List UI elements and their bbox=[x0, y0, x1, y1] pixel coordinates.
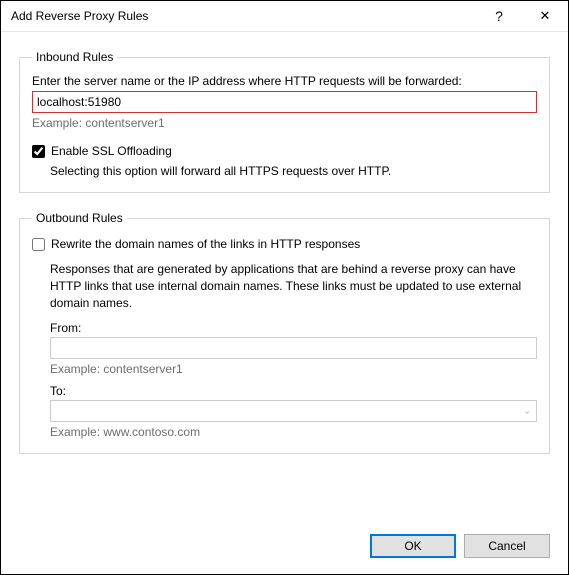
to-label: To: bbox=[50, 384, 537, 398]
help-button[interactable]: ? bbox=[476, 1, 522, 32]
ssl-offloading-label: Enable SSL Offloading bbox=[51, 144, 172, 158]
rewrite-desc: Responses that are generated by applicat… bbox=[50, 261, 533, 311]
window-title: Add Reverse Proxy Rules bbox=[11, 9, 476, 23]
dialog-buttons: OK Cancel bbox=[1, 524, 568, 574]
titlebar: Add Reverse Proxy Rules ? ✕ bbox=[1, 1, 568, 32]
to-input bbox=[50, 400, 537, 422]
inbound-rules-group: Inbound Rules Enter the server name or t… bbox=[19, 50, 550, 193]
from-input bbox=[50, 337, 537, 359]
rewrite-label: Rewrite the domain names of the links in… bbox=[51, 237, 360, 251]
from-example: Example: contentserver1 bbox=[50, 362, 537, 376]
to-example: Example: www.contoso.com bbox=[50, 425, 537, 439]
server-prompt: Enter the server name or the IP address … bbox=[32, 74, 537, 88]
close-button[interactable]: ✕ bbox=[522, 1, 568, 32]
ssl-offloading-desc: Selecting this option will forward all H… bbox=[50, 164, 537, 178]
server-input[interactable] bbox=[32, 91, 537, 113]
ok-button[interactable]: OK bbox=[370, 534, 456, 558]
outbound-legend: Outbound Rules bbox=[32, 211, 127, 225]
server-example: Example: contentserver1 bbox=[32, 116, 537, 130]
ssl-offloading-checkbox[interactable] bbox=[32, 145, 45, 158]
rewrite-checkbox[interactable] bbox=[32, 238, 45, 251]
cancel-button[interactable]: Cancel bbox=[464, 534, 550, 558]
outbound-rules-group: Outbound Rules Rewrite the domain names … bbox=[19, 211, 550, 454]
from-label: From: bbox=[50, 321, 537, 335]
inbound-legend: Inbound Rules bbox=[32, 50, 117, 64]
dialog-content: Inbound Rules Enter the server name or t… bbox=[1, 32, 568, 524]
